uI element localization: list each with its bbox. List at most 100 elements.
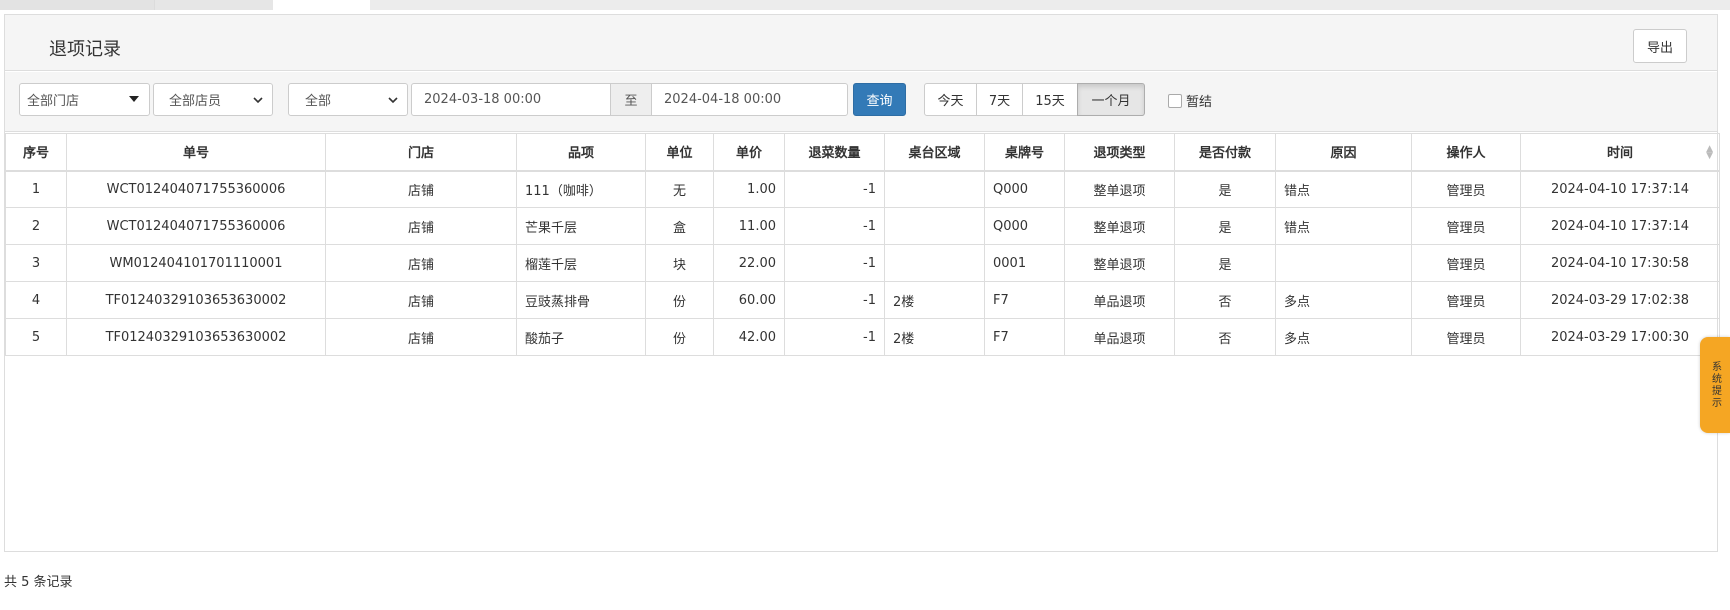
cell-store: 店铺 xyxy=(325,281,517,319)
cell-refund-type: 整单退项 xyxy=(1064,207,1175,245)
cell-table-area xyxy=(884,244,985,282)
cell-paid: 否 xyxy=(1174,318,1276,356)
tab-strip-active-segment[interactable] xyxy=(273,0,370,10)
cell-store: 店铺 xyxy=(325,170,517,208)
cell-item: 111（咖啡） xyxy=(516,170,646,208)
range-7days-button[interactable]: 7天 xyxy=(976,83,1023,116)
temp-settle-checkbox-wrap[interactable]: 暂结 xyxy=(1168,91,1212,110)
chevron-down-icon xyxy=(253,97,263,104)
cell-index: 3 xyxy=(5,244,67,282)
cell-unit: 无 xyxy=(645,170,714,208)
cell-table-area xyxy=(884,170,985,208)
sort-icon[interactable]: ▲ ▼ xyxy=(1706,145,1713,161)
cell-table-no: Q000 xyxy=(984,170,1065,208)
table-header-row: 序号 单号 门店 品项 单位 单价 退菜数量 桌台区域 桌牌号 退项类型 是否付… xyxy=(5,133,1720,172)
cell-item: 酸茄子 xyxy=(516,318,646,356)
records-table: 序号 单号 门店 品项 单位 单价 退菜数量 桌台区域 桌牌号 退项类型 是否付… xyxy=(5,133,1720,356)
column-header[interactable]: 序号 xyxy=(5,133,67,172)
column-header[interactable]: 单号 xyxy=(66,133,326,172)
cell-table-no: F7 xyxy=(984,281,1065,319)
column-header[interactable]: 是否付款 xyxy=(1174,133,1276,172)
cell-index: 5 xyxy=(5,318,67,356)
start-date-input[interactable]: 2024-03-18 00:00 xyxy=(411,83,611,116)
cell-refund-type: 整单退项 xyxy=(1064,244,1175,282)
cell-unit: 份 xyxy=(645,281,714,319)
column-header[interactable]: 品项 xyxy=(516,133,646,172)
system-tip-tab[interactable]: 系统提示 xyxy=(1700,337,1730,433)
cell-order-no: TF01240329103653630002 xyxy=(66,281,326,319)
records-table-wrap: 序号 单号 门店 品项 单位 单价 退菜数量 桌台区域 桌牌号 退项类型 是否付… xyxy=(5,133,1720,356)
tab-strip-segment[interactable] xyxy=(0,0,155,10)
column-header[interactable]: 退菜数量 xyxy=(784,133,885,172)
cell-operator: 管理员 xyxy=(1411,244,1521,282)
cell-refund-type: 单品退项 xyxy=(1064,318,1175,356)
staff-select[interactable]: 全部店员 xyxy=(153,83,273,116)
column-header-time[interactable]: 时间 ▲ ▼ xyxy=(1520,133,1720,172)
store-select-value: 全部门店 xyxy=(27,94,80,109)
cell-refund-type: 单品退项 xyxy=(1064,281,1175,319)
cell-table-no: Q000 xyxy=(984,207,1065,245)
cell-item: 芒果千层 xyxy=(516,207,646,245)
table-row[interactable]: 2 WCT012404071755360006 店铺 芒果千层盒 11.00 -1 Q000… xyxy=(5,207,1720,245)
table-row[interactable]: 5 TF01240329103653630002 店铺 酸茄子份 42.00 -1 2楼 F7… xyxy=(5,318,1720,356)
cell-time: 2024-04-10 17:30:58 xyxy=(1520,244,1720,282)
cell-time: 2024-03-29 17:02:38 xyxy=(1520,281,1720,319)
cell-index: 2 xyxy=(5,207,67,245)
cell-index: 4 xyxy=(5,281,67,319)
export-button[interactable]: 导出 xyxy=(1633,29,1687,63)
tab-strip-segment[interactable] xyxy=(155,0,273,10)
cell-price: 22.00 xyxy=(713,244,785,282)
type-select-value: 全部 xyxy=(305,94,332,109)
date-range-separator: 至 xyxy=(610,83,652,116)
column-header[interactable]: 桌牌号 xyxy=(984,133,1065,172)
cell-refund-qty: -1 xyxy=(784,318,885,356)
table-row[interactable]: 1 WCT012404071755360006 店铺 111（咖啡）无 1.00 -1 Q0… xyxy=(5,170,1720,208)
cell-item: 豆豉蒸排骨 xyxy=(516,281,646,319)
end-date-input[interactable]: 2024-04-18 00:00 xyxy=(651,83,848,116)
system-tip-label: 系统提示 xyxy=(1709,361,1721,409)
table-row[interactable]: 3 WM012404101701110001 店铺 榴莲千层块 22.00 -1 0001 整… xyxy=(5,244,1720,282)
type-select[interactable]: 全部 xyxy=(288,83,408,116)
cell-price: 42.00 xyxy=(713,318,785,356)
store-select[interactable]: 全部门店 xyxy=(19,83,150,116)
cell-unit: 份 xyxy=(645,318,714,356)
cell-refund-qty: -1 xyxy=(784,244,885,282)
table-row[interactable]: 4 TF01240329103653630002 店铺 豆豉蒸排骨份 60.00 -1 2楼… xyxy=(5,281,1720,319)
cell-reason: 多点 xyxy=(1275,318,1412,356)
filter-bar: 全部门店 全部店员 全部 2024-03-18 00:00 至 2024-04-… xyxy=(5,72,1717,132)
range-month-button[interactable]: 一个月 xyxy=(1077,83,1145,116)
column-header[interactable]: 原因 xyxy=(1275,133,1412,172)
column-header[interactable]: 门店 xyxy=(325,133,517,172)
temp-settle-checkbox[interactable] xyxy=(1168,93,1182,108)
cell-unit: 块 xyxy=(645,244,714,282)
cell-time: 2024-04-10 17:37:14 xyxy=(1520,207,1720,245)
cell-store: 店铺 xyxy=(325,318,517,356)
cell-price: 11.00 xyxy=(713,207,785,245)
cell-refund-qty: -1 xyxy=(784,207,885,245)
cell-order-no: WCT012404071755360006 xyxy=(66,170,326,208)
cell-reason: 错点 xyxy=(1275,170,1412,208)
cell-paid: 是 xyxy=(1174,207,1276,245)
cell-operator: 管理员 xyxy=(1411,281,1521,319)
cell-operator: 管理员 xyxy=(1411,318,1521,356)
cell-price: 60.00 xyxy=(713,281,785,319)
cell-table-no: F7 xyxy=(984,318,1065,356)
column-header[interactable]: 退项类型 xyxy=(1064,133,1175,172)
cell-reason: 多点 xyxy=(1275,281,1412,319)
range-today-button[interactable]: 今天 xyxy=(924,83,977,116)
cell-table-area: 2楼 xyxy=(884,318,985,356)
query-button[interactable]: 查询 xyxy=(853,83,906,116)
column-header[interactable]: 桌台区域 xyxy=(884,133,985,172)
column-header[interactable]: 单价 xyxy=(713,133,785,172)
column-header[interactable]: 操作人 xyxy=(1411,133,1521,172)
cell-order-no: TF01240329103653630002 xyxy=(66,318,326,356)
cell-reason xyxy=(1275,244,1412,282)
column-header[interactable]: 单位 xyxy=(645,133,714,172)
page-title: 退项记录 xyxy=(49,39,121,60)
cell-index: 1 xyxy=(5,170,67,208)
cell-store: 店铺 xyxy=(325,244,517,282)
panel-header: 退项记录 导出 xyxy=(5,15,1717,71)
range-15days-button[interactable]: 15天 xyxy=(1022,83,1078,116)
cell-unit: 盒 xyxy=(645,207,714,245)
refund-records-panel: 退项记录 导出 全部门店 全部店员 全部 2024-03-18 00:00 至 … xyxy=(4,14,1720,552)
